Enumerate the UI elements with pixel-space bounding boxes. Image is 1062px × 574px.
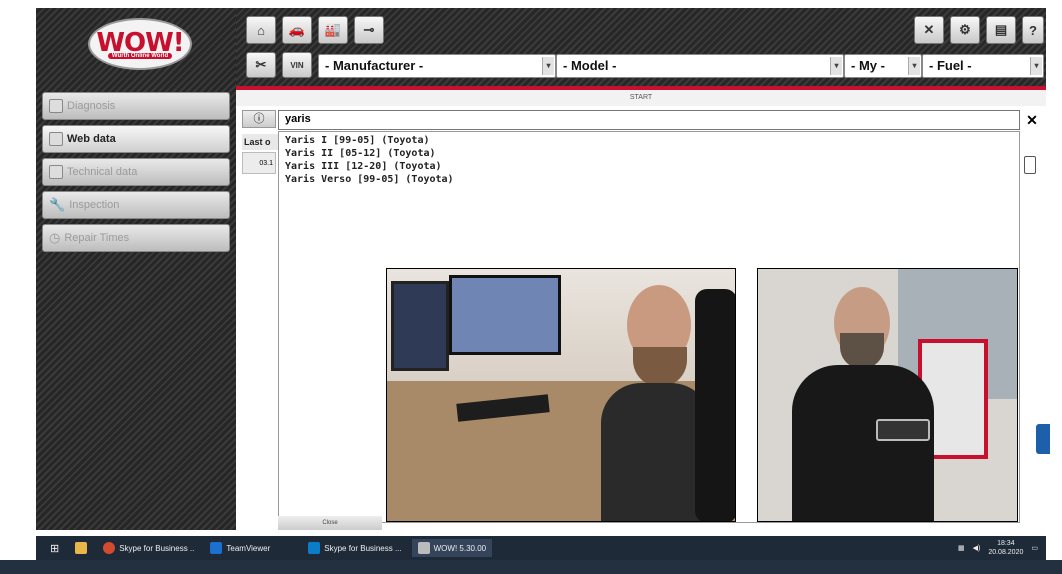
- webcam-video-left: [386, 268, 736, 522]
- settings-button[interactable]: ⚙: [950, 16, 980, 44]
- side-panel-tab[interactable]: [1036, 424, 1050, 454]
- sidebar-item-label: Technical data: [67, 166, 138, 178]
- taskbar-app-label: Skype for Business ...: [324, 543, 402, 553]
- notification-icon[interactable]: ▭: [1031, 544, 1038, 552]
- chevron-down-icon: ▾: [1030, 57, 1042, 75]
- system-tray: ▦ ◀) 18:34 20.08.2020 ▭: [958, 539, 1038, 557]
- help-label: ?: [1029, 22, 1037, 38]
- suggestion-item[interactable]: Yaris Verso [99-05] (Toyota): [279, 173, 1019, 186]
- close-icon: ✕: [1026, 112, 1038, 128]
- info-button[interactable]: ⓘ: [242, 110, 276, 128]
- close-icon: ✕: [923, 22, 935, 37]
- suggestion-item[interactable]: Yaris III [12-20] (Toyota): [279, 160, 1019, 173]
- clock[interactable]: 18:34 20.08.2020: [988, 539, 1023, 557]
- home-button[interactable]: ⌂: [246, 16, 276, 44]
- diagnosis-icon: [49, 99, 63, 113]
- chevron-down-icon: ▾: [542, 57, 554, 75]
- home-icon: ⌂: [257, 22, 265, 38]
- model-year-value: - My -: [851, 58, 885, 73]
- logo-text: WOW!: [96, 27, 184, 58]
- suggestion-item[interactable]: Yaris II [05-12] (Toyota): [279, 147, 1019, 160]
- sidebar-item-diagnosis[interactable]: Diagnosis: [42, 92, 230, 120]
- chevron-down-icon: ▾: [908, 57, 920, 75]
- start-icon[interactable]: ⊞: [44, 539, 65, 557]
- technical-data-icon: [49, 165, 63, 179]
- factory-button[interactable]: 🏭: [318, 16, 348, 44]
- clock-icon: ◷: [49, 230, 61, 245]
- close-dropdown-button[interactable]: Close: [278, 516, 382, 530]
- tools-button[interactable]: ✂: [246, 52, 276, 78]
- sidebar-item-web-data[interactable]: Web data: [42, 125, 230, 153]
- row-action-button[interactable]: [1024, 156, 1036, 174]
- chevron-down-icon: ▾: [830, 57, 842, 75]
- taskbar-app[interactable]: Skype for Business ..: [97, 539, 200, 557]
- fuel-value: - Fuel -: [929, 58, 972, 73]
- office-chair: [695, 289, 735, 521]
- diagnostic-device: [876, 419, 930, 441]
- print-button[interactable]: ▤: [986, 16, 1016, 44]
- host-taskbar: [0, 560, 1062, 574]
- sidebar-item-label: Web data: [67, 133, 116, 145]
- print-icon: ▤: [994, 22, 1008, 37]
- volume-icon[interactable]: ◀): [973, 544, 981, 552]
- wrench-icon: 🔧: [49, 197, 66, 212]
- vin-button[interactable]: VIN: [282, 52, 312, 78]
- monitor-left: [391, 281, 449, 371]
- model-select[interactable]: - Model - ▾: [556, 54, 844, 78]
- person-beard: [840, 333, 884, 369]
- taskbar-app-label: TeamViewer: [226, 543, 271, 553]
- help-button[interactable]: ?: [1022, 16, 1044, 44]
- search-input[interactable]: yaris: [278, 110, 1020, 130]
- sidebar-item-label: Repair Times: [64, 232, 130, 244]
- start-header: START: [236, 90, 1046, 106]
- taskbar-app[interactable]: TeamViewer: [204, 539, 276, 557]
- factory-icon: 🏭: [324, 22, 342, 37]
- taskbar-app-label: WOW! 5.30.00: [433, 543, 487, 553]
- info-icon: ⓘ: [253, 113, 265, 125]
- web-data-icon: [49, 132, 63, 146]
- clock-time: 18:34: [997, 540, 1015, 547]
- app-icon: [103, 542, 116, 554]
- person-shirt: [792, 365, 934, 521]
- clear-search-button[interactable]: ✕: [1024, 110, 1040, 130]
- app-icon: [308, 542, 321, 554]
- sidebar-item-inspection[interactable]: 🔧 Inspection: [42, 191, 230, 219]
- vin-label: VIN: [290, 60, 304, 70]
- top-toolbar: ⌂ 🚗 🏭 ⊸ ✂ VIN - Manufacturer - ▾ - Model…: [236, 8, 1046, 86]
- sidebar: WOW! Würth Online World Diagnosis Web da…: [36, 8, 236, 530]
- webcam-video-right: [757, 268, 1018, 522]
- search-value: yaris: [285, 113, 311, 125]
- table-cell: 03.1: [242, 152, 276, 174]
- wow-logo: WOW! Würth Online World: [88, 18, 192, 70]
- last-orders-label: Last o: [242, 134, 278, 150]
- logo-subtitle: Würth Online World: [107, 52, 173, 59]
- manufacturer-value: - Manufacturer -: [325, 58, 424, 73]
- fuel-select[interactable]: - Fuel - ▾: [922, 54, 1044, 78]
- taskbar-app-label: Skype for Business ..: [119, 543, 195, 553]
- suggestion-item[interactable]: Yaris I [99-05] (Toyota): [279, 134, 1019, 147]
- file-explorer-icon[interactable]: [69, 539, 93, 557]
- sidebar-item-label: Diagnosis: [67, 100, 116, 112]
- tools-icon: ✂: [255, 57, 267, 72]
- taskbar-app[interactable]: Skype for Business ...: [302, 539, 407, 557]
- taskbar-app[interactable]: WOW! 5.30.00: [411, 539, 493, 557]
- sidebar-item-label: Inspection: [69, 199, 120, 211]
- car-icon: 🚗: [288, 22, 306, 37]
- sidebar-item-repair-times[interactable]: ◷ Repair Times: [42, 224, 230, 252]
- car-button[interactable]: 🚗: [282, 16, 312, 44]
- connector-icon: ⊸: [363, 22, 375, 37]
- network-icon[interactable]: ▦: [958, 544, 965, 552]
- app-icon: [417, 542, 430, 554]
- model-value: - Model -: [563, 58, 617, 73]
- model-year-select[interactable]: - My - ▾: [844, 54, 922, 78]
- close-button[interactable]: ✕: [914, 16, 944, 44]
- app-icon: [210, 542, 223, 554]
- taskbar: ⊞ Skype for Business .. TeamViewer Skype…: [36, 536, 1046, 560]
- monitor-center: [449, 275, 561, 355]
- sidebar-item-technical-data[interactable]: Technical data: [42, 158, 230, 186]
- manufacturer-select[interactable]: - Manufacturer - ▾: [318, 54, 556, 78]
- settings-icon: ⚙: [959, 22, 971, 37]
- connector-button[interactable]: ⊸: [354, 16, 384, 44]
- clock-date: 20.08.2020: [988, 549, 1024, 556]
